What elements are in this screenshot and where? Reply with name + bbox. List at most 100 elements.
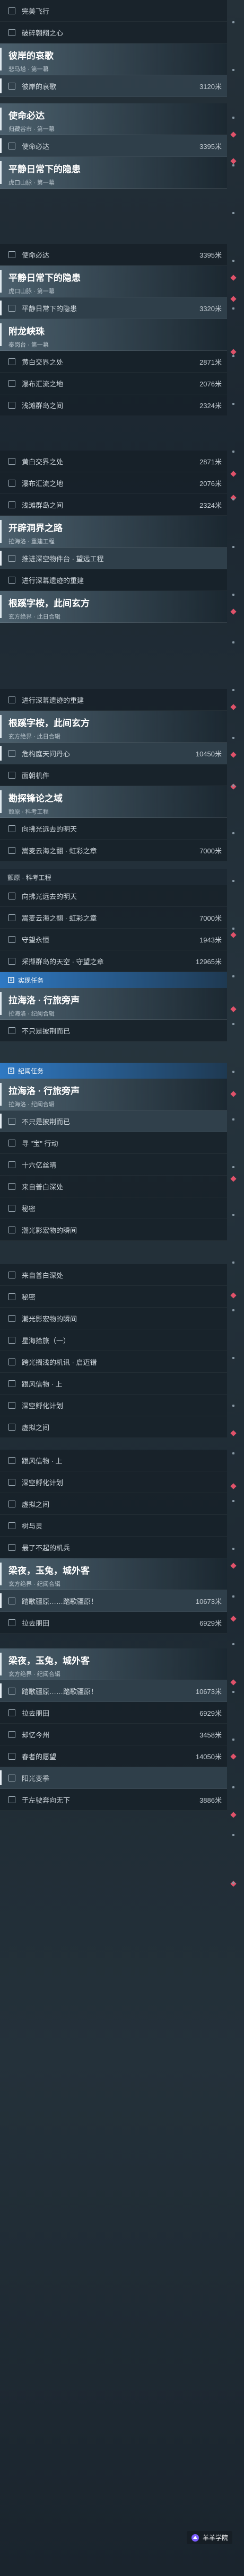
quest-group-header[interactable]: 根蹊字桉，此间玄方 玄方绝界 · 此日合辑	[0, 591, 227, 623]
quest-row[interactable]: 跨光搁浅的机讯 · 启迈错	[0, 1351, 227, 1373]
quest-group-header[interactable]: 使命必达 归藏谷市 · 第一幕	[0, 103, 227, 135]
quest-row[interactable]: 却忆今州 3458米	[0, 1724, 227, 1745]
quest-row[interactable]: 来自普白深处	[0, 1176, 227, 1197]
checkbox-icon[interactable]	[8, 380, 15, 387]
checkbox-icon[interactable]	[8, 554, 15, 562]
quest-row[interactable]: 瀑布汇流之地 2076米	[0, 472, 227, 494]
checkbox-icon[interactable]	[8, 142, 15, 149]
quest-row[interactable]: 黄白交界之处 2871米	[0, 451, 227, 472]
quest-row[interactable]: 向拂光远去的明天	[0, 818, 227, 840]
quest-group-header[interactable]: 拉海洛 · 行旅旁声 拉海洛 · 纪阈合辑	[0, 988, 227, 1020]
checkbox-icon[interactable]	[8, 1027, 15, 1034]
quest-group-header[interactable]: 根蹊字桉，此间玄方 玄方绝界 · 此日合辑	[0, 711, 227, 743]
checkbox-icon[interactable]	[8, 576, 15, 584]
checkbox-icon[interactable]	[8, 1457, 15, 1464]
quest-row[interactable]: 黄白交界之处 2871米	[0, 351, 227, 373]
quest-row[interactable]: 面朝机件	[0, 764, 227, 786]
quest-row[interactable]: 完美飞行	[0, 0, 227, 22]
checkbox-icon[interactable]	[8, 251, 15, 258]
checkbox-icon[interactable]	[8, 479, 15, 487]
quest-row[interactable]: 不只是披荆而已	[0, 1020, 227, 1042]
quest-group-header[interactable]: 平静日常下的隐患 虎口山脉 · 第一幕	[0, 157, 227, 189]
checkbox-icon[interactable]	[8, 825, 15, 832]
checkbox-icon[interactable]	[8, 358, 15, 365]
checkbox-icon[interactable]	[8, 1293, 15, 1300]
checkbox-icon[interactable]	[8, 957, 15, 965]
quest-row[interactable]: 春者的愿望 14050米	[0, 1745, 227, 1767]
quest-row[interactable]: 阳光变季	[0, 1767, 227, 1789]
checkbox-icon[interactable]	[8, 1543, 15, 1551]
checkbox-icon[interactable]	[8, 914, 15, 921]
quest-row[interactable]: 来自普白深处	[0, 1264, 227, 1286]
checkbox-icon[interactable]	[8, 1774, 15, 1781]
checkbox-icon[interactable]	[8, 1315, 15, 1322]
section-tab[interactable]: 颤原 · 科考工程	[0, 869, 227, 885]
checkbox-icon[interactable]	[8, 1183, 15, 1190]
checkbox-icon[interactable]	[8, 1796, 15, 1803]
checkbox-icon[interactable]	[8, 501, 15, 508]
quest-row[interactable]: 采撷群岛的天空 · 守望之章 12965米	[0, 950, 227, 972]
quest-row[interactable]: 危构庭天问丹心 10450米	[0, 743, 227, 764]
checkbox-icon[interactable]	[8, 1380, 15, 1387]
checkbox-icon[interactable]	[8, 1522, 15, 1529]
quest-group-header[interactable]: 梁夜，玉兔，城外客 玄方绝界 · 纪阈合辑	[0, 1558, 227, 1590]
quest-group-header[interactable]: 梁夜，玉兔，城外客 玄方绝界 · 纪阈合辑	[0, 1648, 227, 1680]
quest-row[interactable]: 最了不起的机兵	[0, 1537, 227, 1558]
checkbox-icon[interactable]	[8, 846, 15, 854]
quest-row[interactable]: 推进深空物件台 · 望远工程	[0, 548, 227, 569]
checkbox-icon[interactable]	[8, 1358, 15, 1365]
quest-row[interactable]: 星海拾旅（一）	[0, 1329, 227, 1351]
checkbox-icon[interactable]	[8, 304, 15, 312]
quest-row[interactable]: 踏歌疆原……踏歌疆原！ 10673米	[0, 1590, 227, 1612]
checkbox-icon[interactable]	[8, 1401, 15, 1409]
quest-row[interactable]: 深空孵化计划	[0, 1395, 227, 1416]
quest-row[interactable]: 不只是披荆而已	[0, 1110, 227, 1132]
checkbox-icon[interactable]	[8, 1161, 15, 1168]
checkbox-icon[interactable]	[8, 1204, 15, 1212]
checkbox-icon[interactable]	[8, 1478, 15, 1486]
checkbox-icon[interactable]	[8, 1752, 15, 1760]
checkbox-icon[interactable]	[8, 1139, 15, 1146]
quest-row[interactable]: 虚拟之间	[0, 1416, 227, 1438]
quest-row[interactable]: 瀑布汇流之地 2076米	[0, 373, 227, 394]
checkbox-icon[interactable]	[8, 696, 15, 703]
quest-row[interactable]: 十六亿丝晴	[0, 1154, 227, 1176]
scroll-rail[interactable]	[230, 0, 237, 2576]
quest-group-header[interactable]: 拉海洛 · 行旅旁声 拉海洛 · 纪阈合辑	[0, 1079, 227, 1110]
quest-group-header[interactable]: 附龙峡珠 秦岗台 · 第一幕	[0, 319, 227, 351]
quest-row[interactable]: 秘密	[0, 1197, 227, 1219]
quest-row[interactable]: 嵩麦云海之翻 · 虹彩之章 7000米	[0, 840, 227, 861]
checkbox-icon[interactable]	[8, 7, 15, 14]
checkbox-icon[interactable]	[8, 1597, 15, 1604]
checkbox-icon[interactable]	[8, 1687, 15, 1695]
quest-row[interactable]: 潮光影宏物的瞬间	[0, 1219, 227, 1241]
quest-row[interactable]: 踏歌疆原……踏歌疆原！ 10673米	[0, 1680, 227, 1702]
checkbox-icon[interactable]	[8, 1500, 15, 1507]
quest-row[interactable]: 寻 "宝" 行动	[0, 1132, 227, 1154]
quest-group-header[interactable]: 开辟洞界之路 拉海洛 · 重建工程	[0, 516, 227, 548]
quest-row[interactable]: 使命必达 3395米	[0, 135, 227, 157]
checkbox-icon[interactable]	[8, 457, 15, 465]
quest-row[interactable]: 向拂光远去的明天	[0, 885, 227, 907]
checkbox-icon[interactable]	[8, 29, 15, 36]
quest-row[interactable]: 使命必达 3395米	[0, 244, 227, 266]
checkbox-icon[interactable]	[8, 82, 15, 90]
quest-row[interactable]: 守望永恒 1943米	[0, 929, 227, 950]
quest-row[interactable]: 破碎翱翔之心	[0, 22, 227, 43]
quest-row[interactable]: 于左驶奔向无下 3886米	[0, 1789, 227, 1811]
checkbox-icon[interactable]	[8, 1117, 15, 1125]
quest-group-header[interactable]: 彼岸的哀歌 悲马塔 · 第一幕	[0, 43, 227, 75]
checkbox-icon[interactable]	[8, 1271, 15, 1278]
quest-row[interactable]: 跟风信物 · 上	[0, 1450, 227, 1471]
quest-row[interactable]: 拉去朋田 6929米	[0, 1612, 227, 1634]
checkbox-icon[interactable]	[8, 892, 15, 899]
checkbox-icon[interactable]	[8, 936, 15, 943]
quest-row[interactable]: 浅滩群岛之间 2324米	[0, 394, 227, 416]
checkbox-icon[interactable]	[8, 1709, 15, 1716]
quest-row[interactable]: 秘密	[0, 1286, 227, 1308]
quest-row[interactable]: 深空孵化计划	[0, 1471, 227, 1493]
quest-row[interactable]: 进行深幕遗迹的重建	[0, 689, 227, 711]
section-tab[interactable]: 实现任务	[0, 972, 227, 988]
checkbox-icon[interactable]	[8, 771, 15, 779]
quest-row[interactable]: 树与灵	[0, 1515, 227, 1537]
